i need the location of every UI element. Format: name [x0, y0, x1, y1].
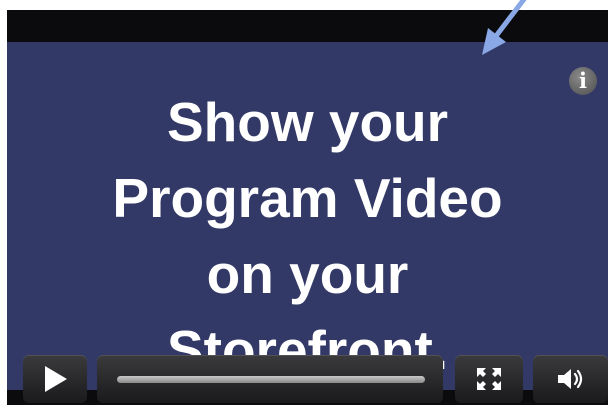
pointer-arrow-icon [482, 0, 527, 55]
play-icon [45, 366, 67, 392]
volume-icon [557, 369, 582, 389]
progress-bar[interactable] [97, 355, 443, 403]
headline-line-2: Program Video [112, 167, 503, 229]
play-button[interactable] [23, 355, 87, 403]
fullscreen-button[interactable] [455, 355, 523, 403]
video-headline: Show your Program Video on your Storefro… [7, 84, 608, 388]
headline-line-3: on your [206, 243, 409, 305]
video-player[interactable]: Show your Program Video on your Storefro… [7, 10, 608, 405]
headline-line-1: Show your [166, 91, 449, 153]
progress-track[interactable] [117, 376, 425, 383]
volume-button[interactable] [533, 355, 608, 403]
info-icon[interactable]: i [569, 67, 597, 95]
video-frame[interactable]: Show your Program Video on your Storefro… [7, 42, 608, 390]
control-bar [7, 347, 608, 405]
fullscreen-icon [477, 368, 501, 390]
